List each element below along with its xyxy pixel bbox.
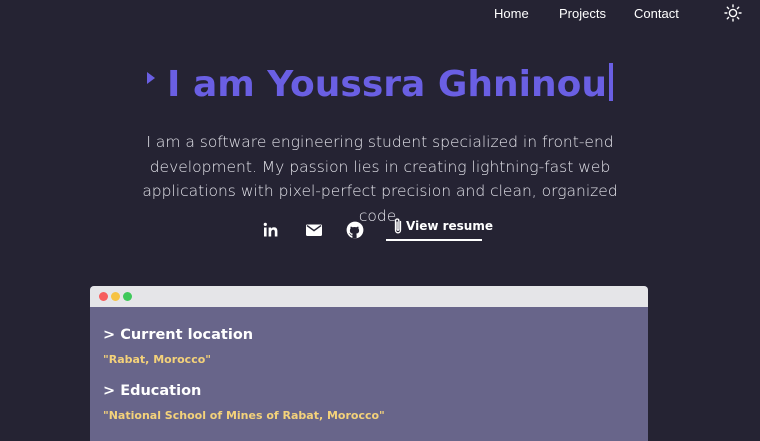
view-resume-button[interactable]: View resume — [386, 215, 493, 241]
mail-icon[interactable] — [304, 220, 324, 240]
nav-projects-link[interactable]: Projects — [559, 6, 606, 21]
window-close-dot — [99, 292, 108, 301]
education-heading: > Education — [103, 383, 202, 399]
window-minimize-dot — [111, 292, 120, 301]
view-resume-label: View resume — [406, 219, 493, 233]
location-heading: > Current location — [103, 327, 254, 343]
education-value: "National School of Mines of Rabat, Moro… — [103, 409, 385, 422]
paperclip-icon — [394, 218, 402, 234]
sun-icon[interactable] — [724, 4, 742, 22]
nav-contact-link[interactable]: Contact — [634, 6, 679, 21]
github-icon[interactable] — [345, 220, 365, 240]
linkedin-icon[interactable] — [261, 220, 281, 240]
window-maximize-dot — [123, 292, 132, 301]
location-value: "Rabat, Morocco" — [103, 353, 212, 366]
text-cursor — [608, 63, 613, 101]
hero-title: I am Youssra Ghninou — [0, 63, 760, 105]
social-links: View resume — [0, 212, 760, 246]
hero-title-text: I am Youssra Ghninou — [167, 64, 607, 105]
info-terminal-card: > Current location "Rabat, Morocco" > Ed… — [90, 286, 648, 441]
window-title-bar — [90, 286, 648, 307]
top-nav: Home Projects Contact — [0, 0, 760, 26]
nav-home-link[interactable]: Home — [494, 6, 529, 21]
caret-right-icon — [147, 72, 156, 84]
